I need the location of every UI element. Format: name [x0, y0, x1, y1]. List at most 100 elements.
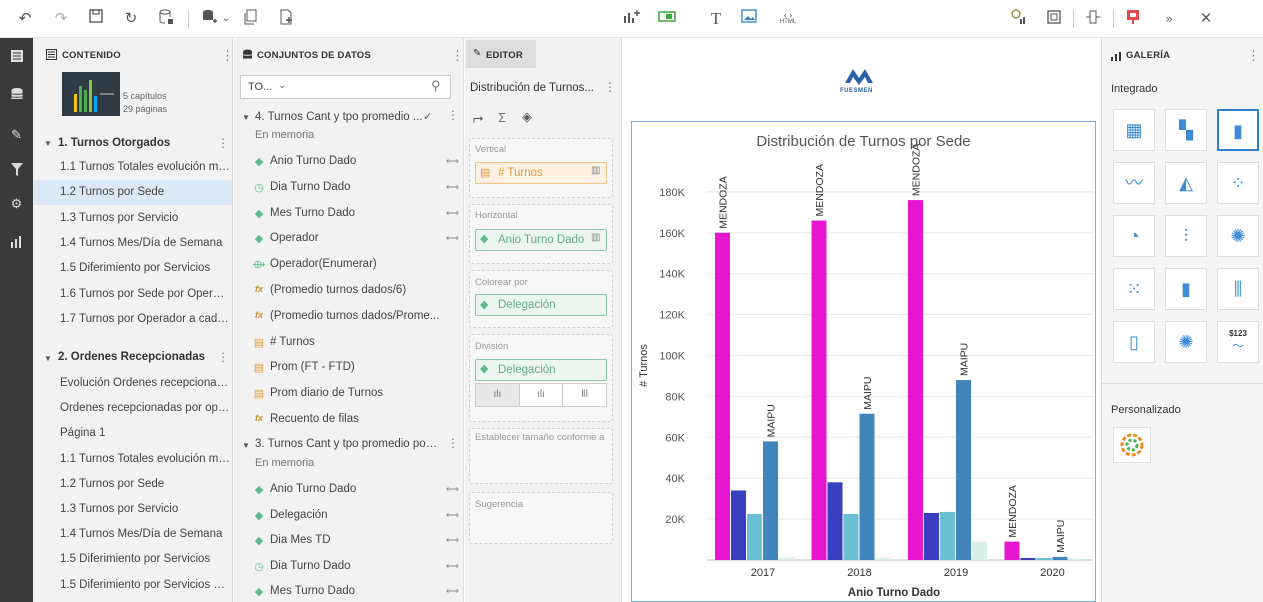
page-item[interactable]: 1.3 Turnos por Servicio: [60, 503, 230, 515]
report-thumbnail[interactable]: [62, 72, 120, 116]
gallery-menu-icon[interactable]: ⋮: [1247, 48, 1260, 64]
kpi-icon[interactable]: $123 〜: [1217, 321, 1259, 363]
pages-icon[interactable]: [0, 46, 33, 72]
collapse-caret-icon[interactable]: ▼: [242, 113, 250, 122]
dataset-field[interactable]: Mes Turno Dado: [270, 207, 440, 219]
page-item[interactable]: 1.1 Turnos Totales evolución me...: [60, 161, 230, 173]
add-filter-icon[interactable]: [656, 9, 678, 29]
search-icon[interactable]: ⚲: [431, 78, 441, 94]
datasets-menu-icon[interactable]: ⋮: [451, 48, 464, 64]
dataset-field[interactable]: Anio Turno Dado: [270, 483, 440, 495]
page-item[interactable]: 1.5 Diferimiento por Servicios: [60, 262, 230, 274]
settings-icon[interactable]: ⚙: [0, 191, 33, 217]
layout-grouped-icon[interactable]: ılı: [476, 384, 519, 406]
heatmap-map-icon[interactable]: ✺: [1165, 321, 1207, 363]
chapter-2-menu-icon[interactable]: ⋮: [217, 350, 229, 364]
chevron-down-icon[interactable]: ⌄: [278, 80, 286, 91]
division-field-chip[interactable]: Delegación: [475, 359, 607, 381]
dataset-field[interactable]: Mes Turno Dado: [270, 585, 440, 597]
layout-stacked-icon[interactable]: ılı: [518, 384, 563, 406]
page-item[interactable]: 1.2 Turnos por Sede: [60, 186, 230, 198]
pivot-icon[interactable]: ▚: [1165, 109, 1207, 151]
page-item[interactable]: 1.5 Diferimiento por Servicios: [60, 553, 230, 565]
copy-icon[interactable]: [240, 9, 262, 29]
add-chart-icon[interactable]: [620, 9, 642, 29]
database-icon[interactable]: [0, 84, 33, 110]
close-icon[interactable]: ×: [1195, 9, 1217, 29]
line-chart-icon[interactable]: 〰: [1113, 162, 1155, 204]
dataset-field[interactable]: (Promedio turnos dados/6): [270, 284, 440, 296]
chapter-1-menu-icon[interactable]: ⋮: [217, 136, 229, 150]
combo-chart-icon[interactable]: ⫶: [1165, 215, 1207, 257]
color-field-chip[interactable]: Delegación: [475, 294, 607, 316]
dataset-field[interactable]: Prom (FT - FTD): [270, 361, 440, 373]
swap-axes-icon[interactable]: ⮣: [473, 110, 483, 126]
contents-menu-icon[interactable]: ⋮: [221, 48, 234, 64]
collapse-caret-icon[interactable]: ▼: [44, 354, 52, 363]
dataset-field[interactable]: Dia Turno Dado: [270, 560, 440, 572]
page-item[interactable]: Ordenes recepcionadas por oper...: [60, 402, 230, 414]
dataset-field[interactable]: Recuento de filas: [270, 413, 440, 425]
data-source-icon[interactable]: [155, 9, 177, 29]
save-icon[interactable]: [85, 9, 107, 29]
redo-icon[interactable]: ↷: [50, 9, 72, 29]
dataset-field[interactable]: Dia Turno Dado: [270, 181, 440, 193]
layout-multiple-icon[interactable]: ǁǀ: [562, 384, 606, 406]
vertical-field-chip[interactable]: # Turnos: [475, 162, 607, 184]
undo-icon[interactable]: ↶: [14, 9, 36, 29]
histogram-icon[interactable]: ▮: [1165, 268, 1207, 310]
bar-chart-icon[interactable]: ▮: [1217, 109, 1259, 151]
field-settings-icon[interactable]: ▥: [591, 165, 600, 176]
eraser-icon[interactable]: ◈: [522, 109, 532, 125]
dataset-field[interactable]: Prom diario de Turnos: [270, 387, 440, 399]
collapse-caret-icon[interactable]: ▼: [242, 441, 250, 450]
area-chart-icon[interactable]: ◭: [1165, 162, 1207, 204]
pie-chart-icon[interactable]: ◔: [1113, 215, 1155, 257]
html-icon[interactable]: ‹ › HTML: [773, 9, 803, 29]
page-item[interactable]: 1.3 Turnos por Servicio: [60, 212, 230, 224]
page-item[interactable]: 1.7 Turnos por Operador a cada ...: [60, 313, 230, 325]
dataset-field[interactable]: Anio Turno Dado: [270, 155, 440, 167]
dataset-group-menu-icon[interactable]: ⋮: [447, 436, 459, 450]
dataset-group-menu-icon[interactable]: ⋮: [447, 108, 459, 122]
page-item[interactable]: 1.1 Turnos Totales evolución me...: [60, 453, 230, 465]
radial-icon[interactable]: [1113, 427, 1151, 463]
page-item[interactable]: 1.6 Turnos por Sede por Operador: [60, 288, 230, 300]
page-item[interactable]: Evolución Órdenes recepcionad...: [60, 377, 230, 389]
expand-icon[interactable]: [1082, 9, 1104, 29]
waterfall-icon[interactable]: ▯: [1113, 321, 1155, 363]
refresh-icon[interactable]: ↻: [120, 9, 142, 29]
editor-chart-name[interactable]: Distribución de Turnos...: [470, 82, 600, 94]
add-dataset-icon[interactable]: [198, 9, 220, 29]
bar-chart[interactable]: Distribución de Turnos por Sede 20K 40K 60K…: [631, 121, 1096, 602]
page-item[interactable]: 1.2 Turnos por Sede: [60, 478, 230, 490]
page-item[interactable]: 1.5 Diferimiento por Servicios co...: [60, 579, 230, 591]
dataset-field[interactable]: (Promedio turnos dados/Prome...: [270, 310, 440, 322]
field-settings-icon[interactable]: ▥: [591, 232, 600, 243]
collapse-icon[interactable]: »: [1158, 9, 1180, 29]
filter-icon[interactable]: [0, 159, 33, 185]
horizontal-field-chip[interactable]: Anio Turno Dado: [475, 229, 607, 251]
page-item[interactable]: 1.4 Turnos Mes/Día de Semana: [60, 237, 230, 249]
collapse-caret-icon[interactable]: ▼: [44, 139, 52, 148]
scatter-icon[interactable]: ⁘: [1217, 162, 1259, 204]
publish-icon[interactable]: [1122, 9, 1144, 29]
dataset-field[interactable]: Operador: [270, 232, 440, 244]
chevron-down-icon[interactable]: ⌄: [220, 9, 232, 29]
variables-icon[interactable]: [1008, 9, 1030, 29]
dataset-field[interactable]: Dia Mes TD: [270, 534, 440, 546]
chart-icon[interactable]: [0, 231, 33, 257]
sum-icon[interactable]: Σ: [498, 110, 506, 125]
edit-icon[interactable]: ✎: [0, 122, 33, 148]
text-icon[interactable]: T: [705, 9, 727, 29]
table-icon[interactable]: ▦: [1113, 109, 1155, 151]
page-item[interactable]: Página 1: [60, 427, 230, 439]
editor-menu-icon[interactable]: ⋮: [604, 80, 616, 94]
page-item[interactable]: 1.4 Turnos Mes/Día de Semana: [60, 528, 230, 540]
dataset-field[interactable]: # Turnos: [270, 336, 440, 348]
dataset-group-4[interactable]: 4. Turnos Cant y tpo promedio ...: [255, 111, 440, 123]
boxplot-icon[interactable]: ⫼: [1217, 268, 1259, 310]
chapter-2-title[interactable]: 2. Ordenes Recepcionadas: [58, 351, 205, 363]
map-icon[interactable]: ✺: [1217, 215, 1259, 257]
network-icon[interactable]: ⁙: [1113, 268, 1155, 310]
